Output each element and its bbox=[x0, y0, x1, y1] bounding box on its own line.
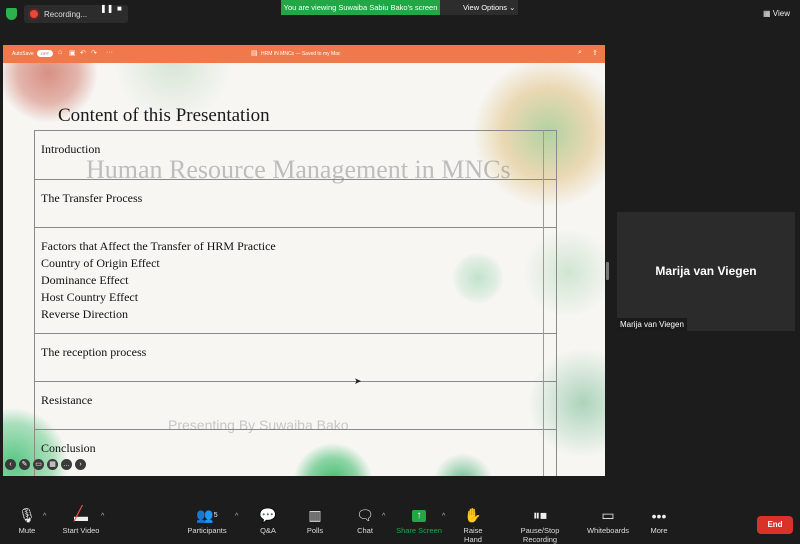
home-icon[interactable]: ⌂ bbox=[58, 49, 62, 56]
mute-label: Mute bbox=[18, 526, 36, 535]
qa-icon: 💬 bbox=[259, 507, 277, 523]
table-row: The Transfer Process bbox=[35, 179, 556, 227]
view-options-button[interactable]: View Options ⌄ bbox=[440, 0, 518, 15]
more-dots-icon: ••• bbox=[651, 507, 667, 524]
recording-dot-icon bbox=[30, 10, 38, 18]
share-caret-icon[interactable]: ^ bbox=[442, 513, 445, 520]
row-text: Country of Origin Effect bbox=[41, 256, 160, 270]
document-icon: ▤ bbox=[251, 50, 258, 57]
row-text: Host Country Effect bbox=[41, 290, 139, 304]
shared-screen: AutoSave OFF ⌂ ▣ ↶ ↷ ··· ▤ HRM IN MNCs —… bbox=[3, 45, 605, 497]
raise-hand-label: Raise Hand bbox=[463, 526, 483, 544]
presentation-slide: Content of this Presentation Introductio… bbox=[3, 63, 605, 476]
whiteboards-button[interactable]: ▭ Whiteboards bbox=[586, 505, 630, 535]
participants-caret-icon[interactable]: ^ bbox=[235, 513, 238, 520]
document-title: HRM IN MNCs — Saved to my Mac bbox=[261, 51, 341, 57]
raise-hand-button[interactable]: ✋ Raise Hand bbox=[454, 505, 492, 544]
presenter-credit: Presenting By Suwaiba Bako bbox=[168, 417, 349, 433]
recording-label: Recording... bbox=[44, 9, 88, 19]
polls-label: Polls bbox=[306, 526, 324, 535]
autosave-label: AutoSave bbox=[12, 51, 34, 57]
more-options-icon[interactable]: … bbox=[61, 459, 72, 470]
start-video-label: Start Video bbox=[62, 526, 100, 535]
stop-recording-icon[interactable]: ■ bbox=[117, 4, 122, 13]
redo-icon[interactable]: ↷ bbox=[91, 49, 97, 57]
row-text: Factors that Affect the Transfer of HRM … bbox=[41, 239, 276, 253]
chat-icon: 🗨 bbox=[356, 507, 374, 523]
meeting-top-bar: Recording... ❚❚ ■ You are viewing Suwaib… bbox=[0, 0, 800, 28]
participants-button[interactable]: 👥 5 Participants bbox=[186, 505, 228, 535]
autosave-toggle[interactable]: OFF bbox=[37, 50, 53, 57]
participant-name: Marija van Viegen bbox=[655, 264, 757, 278]
end-meeting-button[interactable]: End bbox=[757, 516, 793, 534]
whiteboard-icon: ▭ bbox=[601, 507, 615, 523]
start-video-button[interactable]: ▬ ╱ Start Video bbox=[60, 504, 102, 536]
participant-name-label: Marija van Viegen bbox=[617, 318, 687, 331]
undo-icon[interactable]: ↶ bbox=[80, 49, 86, 57]
viewing-screen-banner: You are viewing Suwaiba Sabiu Bako's scr… bbox=[281, 0, 440, 15]
slide-watermark: Human Resource Management in MNCs bbox=[86, 155, 511, 184]
row-text: Reverse Direction bbox=[41, 307, 128, 321]
view-button[interactable]: ▦ View bbox=[763, 9, 790, 18]
video-options-caret-icon[interactable]: ^ bbox=[101, 513, 104, 520]
powerpoint-title-bar: AutoSave OFF ⌂ ▣ ↶ ↷ ··· ▤ HRM IN MNCs —… bbox=[3, 45, 605, 63]
security-shield-icon[interactable] bbox=[6, 8, 17, 20]
grid-view-icon[interactable]: ▦ bbox=[47, 459, 58, 470]
pause-stop-recording-button[interactable]: ⏸⏹ Pause/Stop Recording bbox=[503, 505, 577, 544]
video-off-icon: ▬ ╱ bbox=[74, 504, 88, 524]
pause-stop-icon: ⏸⏹ bbox=[533, 507, 547, 523]
whiteboards-label: Whiteboards bbox=[586, 526, 630, 535]
table-row: Factors that Affect the Transfer of HRM … bbox=[35, 227, 556, 333]
next-slide-icon[interactable]: › bbox=[75, 459, 86, 470]
more-label: More bbox=[650, 526, 668, 535]
grid-icon: ▦ bbox=[763, 9, 773, 18]
mouse-cursor-icon: ➤ bbox=[354, 376, 362, 386]
row-text: The Transfer Process bbox=[41, 191, 143, 205]
pause-recording-icon[interactable]: ❚❚ bbox=[100, 4, 113, 13]
pen-icon[interactable]: ✎ bbox=[19, 459, 30, 470]
chat-button[interactable]: 🗨 Chat bbox=[352, 505, 378, 535]
hand-icon: ✋ bbox=[464, 507, 482, 523]
more-icon[interactable]: ··· bbox=[106, 49, 113, 56]
participants-icon: 👥 5 bbox=[196, 507, 218, 523]
share-screen-button[interactable]: ↑ Share Screen bbox=[396, 505, 442, 535]
participants-count: 5 bbox=[213, 512, 218, 519]
qa-button[interactable]: 💬 Q&A bbox=[255, 505, 281, 535]
qa-label: Q&A bbox=[260, 526, 276, 535]
share-screen-icon: ↑ bbox=[396, 505, 442, 526]
participant-video-tile[interactable]: Marija van Viegen Marija van Viegen bbox=[617, 212, 795, 331]
view-button-label: View bbox=[772, 9, 790, 18]
polls-button[interactable]: ▥ Polls bbox=[302, 505, 328, 535]
share-icon[interactable]: ⇪ bbox=[592, 49, 598, 57]
slideshow-footer bbox=[3, 476, 605, 497]
slide-title: Content of this Presentation bbox=[58, 105, 270, 126]
share-screen-label: Share Screen bbox=[396, 526, 442, 535]
polls-icon: ▥ bbox=[308, 507, 322, 523]
audio-options-caret-icon[interactable]: ^ bbox=[43, 513, 46, 520]
previous-slide-icon[interactable]: ‹ bbox=[5, 459, 16, 470]
view-options-label: View Options bbox=[463, 3, 508, 12]
table-row: The reception process bbox=[35, 333, 556, 381]
row-text: The reception process bbox=[41, 345, 147, 359]
search-icon[interactable]: ⌕ bbox=[578, 49, 582, 57]
more-button[interactable]: ••• More bbox=[646, 505, 672, 536]
row-text: Resistance bbox=[41, 393, 93, 407]
chat-caret-icon[interactable]: ^ bbox=[382, 513, 385, 520]
row-text: Dominance Effect bbox=[41, 273, 129, 287]
row-text: Conclusion bbox=[41, 441, 96, 455]
mute-button[interactable]: 🎙 Mute bbox=[12, 505, 42, 535]
slideshow-controls: ‹ ✎ ▭ ▦ … › bbox=[5, 459, 86, 470]
chat-label: Chat bbox=[357, 526, 373, 535]
table-row: Conclusion bbox=[35, 429, 556, 476]
pause-stop-recording-label: Pause/Stop Recording bbox=[520, 526, 560, 544]
save-icon[interactable]: ▣ bbox=[69, 49, 76, 57]
captions-icon[interactable]: ▭ bbox=[33, 459, 44, 470]
participants-label: Participants bbox=[187, 526, 227, 535]
microphone-icon: 🎙 bbox=[18, 507, 36, 523]
panel-resize-handle[interactable] bbox=[606, 262, 609, 280]
meeting-controls-bar: 🎙 Mute ^ ▬ ╱ Start Video ^ 👥 5 Participant… bbox=[0, 500, 800, 544]
chevron-down-icon: ⌄ bbox=[509, 3, 516, 12]
